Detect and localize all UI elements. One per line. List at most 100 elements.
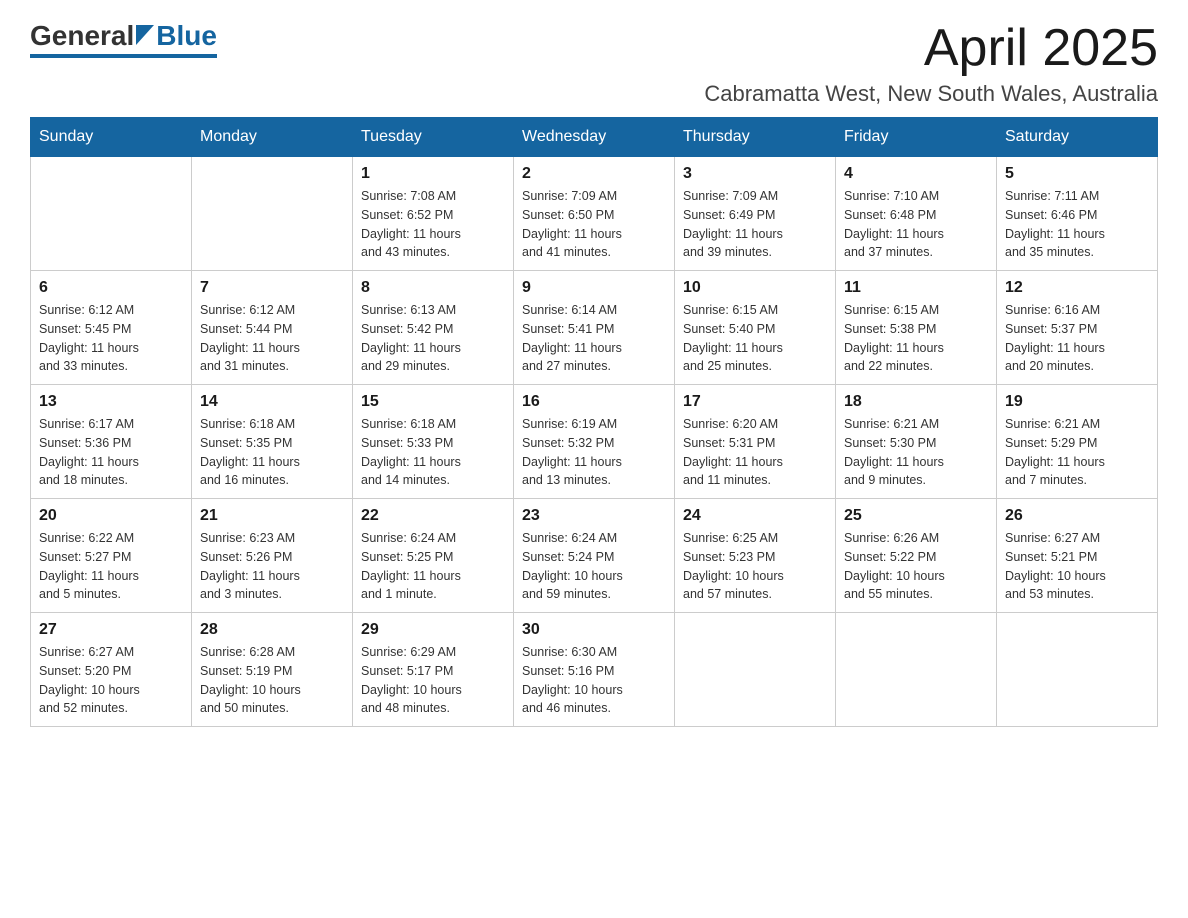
calendar-empty-cell	[192, 157, 353, 271]
calendar-empty-cell	[836, 613, 997, 727]
calendar-day-18: 18 Sunrise: 6:21 AM Sunset: 5:30 PM Dayli…	[836, 385, 997, 499]
day-info: Sunrise: 6:26 AM Sunset: 5:22 PM Dayligh…	[844, 529, 988, 604]
logo-blue-text: Blue	[156, 20, 217, 52]
day-info: Sunrise: 6:21 AM Sunset: 5:29 PM Dayligh…	[1005, 415, 1149, 490]
month-title: April 2025	[704, 20, 1158, 77]
day-number: 7	[200, 279, 344, 297]
calendar-week-row-1: 1 Sunrise: 7:08 AM Sunset: 6:52 PM Daylig…	[31, 157, 1158, 271]
day-info: Sunrise: 6:12 AM Sunset: 5:45 PM Dayligh…	[39, 301, 183, 376]
day-info: Sunrise: 6:28 AM Sunset: 5:19 PM Dayligh…	[200, 643, 344, 718]
calendar-day-11: 11 Sunrise: 6:15 AM Sunset: 5:38 PM Dayli…	[836, 271, 997, 385]
day-info: Sunrise: 6:18 AM Sunset: 5:35 PM Dayligh…	[200, 415, 344, 490]
calendar-week-row-4: 20 Sunrise: 6:22 AM Sunset: 5:27 PM Dayli…	[31, 499, 1158, 613]
day-number: 28	[200, 621, 344, 639]
day-info: Sunrise: 7:09 AM Sunset: 6:49 PM Dayligh…	[683, 187, 827, 262]
day-number: 11	[844, 279, 988, 297]
day-number: 26	[1005, 507, 1149, 525]
day-info: Sunrise: 6:22 AM Sunset: 5:27 PM Dayligh…	[39, 529, 183, 604]
calendar-day-1: 1 Sunrise: 7:08 AM Sunset: 6:52 PM Daylig…	[353, 157, 514, 271]
calendar-day-header-wednesday: Wednesday	[514, 118, 675, 157]
calendar-day-29: 29 Sunrise: 6:29 AM Sunset: 5:17 PM Dayli…	[353, 613, 514, 727]
day-number: 20	[39, 507, 183, 525]
calendar-day-21: 21 Sunrise: 6:23 AM Sunset: 5:26 PM Dayli…	[192, 499, 353, 613]
calendar-day-16: 16 Sunrise: 6:19 AM Sunset: 5:32 PM Dayli…	[514, 385, 675, 499]
calendar-day-8: 8Sunrise: 6:13 AM Sunset: 5:42 PM Daylig…	[353, 271, 514, 385]
calendar-day-20: 20 Sunrise: 6:22 AM Sunset: 5:27 PM Dayli…	[31, 499, 192, 613]
day-number: 12	[1005, 279, 1149, 297]
calendar-day-3: 3 Sunrise: 7:09 AM Sunset: 6:49 PM Daylig…	[675, 157, 836, 271]
day-number: 8	[361, 279, 505, 297]
logo-underline	[30, 54, 217, 58]
day-number: 25	[844, 507, 988, 525]
day-number: 22	[361, 507, 505, 525]
day-info: Sunrise: 6:30 AM Sunset: 5:16 PM Dayligh…	[522, 643, 666, 718]
day-number: 19	[1005, 393, 1149, 411]
calendar-day-14: 14 Sunrise: 6:18 AM Sunset: 5:35 PM Dayli…	[192, 385, 353, 499]
day-number: 30	[522, 621, 666, 639]
day-info: Sunrise: 6:19 AM Sunset: 5:32 PM Dayligh…	[522, 415, 666, 490]
day-number: 24	[683, 507, 827, 525]
day-info: Sunrise: 7:09 AM Sunset: 6:50 PM Dayligh…	[522, 187, 666, 262]
day-number: 2	[522, 165, 666, 183]
calendar-day-header-saturday: Saturday	[997, 118, 1158, 157]
logo: General Blue	[30, 20, 217, 58]
calendar-empty-cell	[31, 157, 192, 271]
calendar-day-4: 4 Sunrise: 7:10 AM Sunset: 6:48 PM Daylig…	[836, 157, 997, 271]
day-info: Sunrise: 6:27 AM Sunset: 5:20 PM Dayligh…	[39, 643, 183, 718]
day-number: 21	[200, 507, 344, 525]
calendar-header-row: SundayMondayTuesdayWednesdayThursdayFrid…	[31, 118, 1158, 157]
day-info: Sunrise: 6:14 AM Sunset: 5:41 PM Dayligh…	[522, 301, 666, 376]
day-info: Sunrise: 6:18 AM Sunset: 5:33 PM Dayligh…	[361, 415, 505, 490]
day-info: Sunrise: 6:25 AM Sunset: 5:23 PM Dayligh…	[683, 529, 827, 604]
calendar-empty-cell	[997, 613, 1158, 727]
day-number: 6	[39, 279, 183, 297]
day-number: 10	[683, 279, 827, 297]
day-info: Sunrise: 6:15 AM Sunset: 5:38 PM Dayligh…	[844, 301, 988, 376]
day-info: Sunrise: 6:24 AM Sunset: 5:24 PM Dayligh…	[522, 529, 666, 604]
calendar-day-22: 22 Sunrise: 6:24 AM Sunset: 5:25 PM Dayli…	[353, 499, 514, 613]
day-info: Sunrise: 6:17 AM Sunset: 5:36 PM Dayligh…	[39, 415, 183, 490]
day-info: Sunrise: 7:10 AM Sunset: 6:48 PM Dayligh…	[844, 187, 988, 262]
day-info: Sunrise: 6:12 AM Sunset: 5:44 PM Dayligh…	[200, 301, 344, 376]
day-info: Sunrise: 7:08 AM Sunset: 6:52 PM Dayligh…	[361, 187, 505, 262]
calendar-day-23: 23 Sunrise: 6:24 AM Sunset: 5:24 PM Dayli…	[514, 499, 675, 613]
day-number: 16	[522, 393, 666, 411]
day-number: 14	[200, 393, 344, 411]
day-number: 5	[1005, 165, 1149, 183]
logo-triangle-icon	[136, 20, 154, 52]
day-number: 3	[683, 165, 827, 183]
page-header: General Blue April 2025 Cabramatta West,…	[30, 20, 1158, 107]
calendar-day-header-monday: Monday	[192, 118, 353, 157]
day-info: Sunrise: 6:24 AM Sunset: 5:25 PM Dayligh…	[361, 529, 505, 604]
calendar-week-row-2: 6 Sunrise: 6:12 AM Sunset: 5:45 PM Daylig…	[31, 271, 1158, 385]
calendar-day-15: 15Sunrise: 6:18 AM Sunset: 5:33 PM Dayli…	[353, 385, 514, 499]
day-number: 27	[39, 621, 183, 639]
day-number: 13	[39, 393, 183, 411]
calendar-empty-cell	[675, 613, 836, 727]
calendar-day-header-sunday: Sunday	[31, 118, 192, 157]
calendar-day-10: 10Sunrise: 6:15 AM Sunset: 5:40 PM Dayli…	[675, 271, 836, 385]
calendar-week-row-5: 27 Sunrise: 6:27 AM Sunset: 5:20 PM Dayli…	[31, 613, 1158, 727]
calendar-day-26: 26Sunrise: 6:27 AM Sunset: 5:21 PM Dayli…	[997, 499, 1158, 613]
day-number: 1	[361, 165, 505, 183]
calendar-day-19: 19 Sunrise: 6:21 AM Sunset: 5:29 PM Dayli…	[997, 385, 1158, 499]
title-section: April 2025 Cabramatta West, New South Wa…	[704, 20, 1158, 107]
day-number: 9	[522, 279, 666, 297]
day-number: 18	[844, 393, 988, 411]
calendar-day-12: 12Sunrise: 6:16 AM Sunset: 5:37 PM Dayli…	[997, 271, 1158, 385]
day-info: Sunrise: 6:23 AM Sunset: 5:26 PM Dayligh…	[200, 529, 344, 604]
calendar-day-25: 25 Sunrise: 6:26 AM Sunset: 5:22 PM Dayli…	[836, 499, 997, 613]
day-info: Sunrise: 6:29 AM Sunset: 5:17 PM Dayligh…	[361, 643, 505, 718]
calendar-day-5: 5Sunrise: 7:11 AM Sunset: 6:46 PM Daylig…	[997, 157, 1158, 271]
day-info: Sunrise: 6:21 AM Sunset: 5:30 PM Dayligh…	[844, 415, 988, 490]
calendar-week-row-3: 13 Sunrise: 6:17 AM Sunset: 5:36 PM Dayli…	[31, 385, 1158, 499]
calendar-day-13: 13 Sunrise: 6:17 AM Sunset: 5:36 PM Dayli…	[31, 385, 192, 499]
day-number: 23	[522, 507, 666, 525]
calendar-day-30: 30 Sunrise: 6:30 AM Sunset: 5:16 PM Dayli…	[514, 613, 675, 727]
calendar-day-2: 2 Sunrise: 7:09 AM Sunset: 6:50 PM Daylig…	[514, 157, 675, 271]
calendar-day-header-friday: Friday	[836, 118, 997, 157]
day-number: 29	[361, 621, 505, 639]
calendar-day-27: 27 Sunrise: 6:27 AM Sunset: 5:20 PM Dayli…	[31, 613, 192, 727]
day-number: 4	[844, 165, 988, 183]
calendar-day-17: 17Sunrise: 6:20 AM Sunset: 5:31 PM Dayli…	[675, 385, 836, 499]
